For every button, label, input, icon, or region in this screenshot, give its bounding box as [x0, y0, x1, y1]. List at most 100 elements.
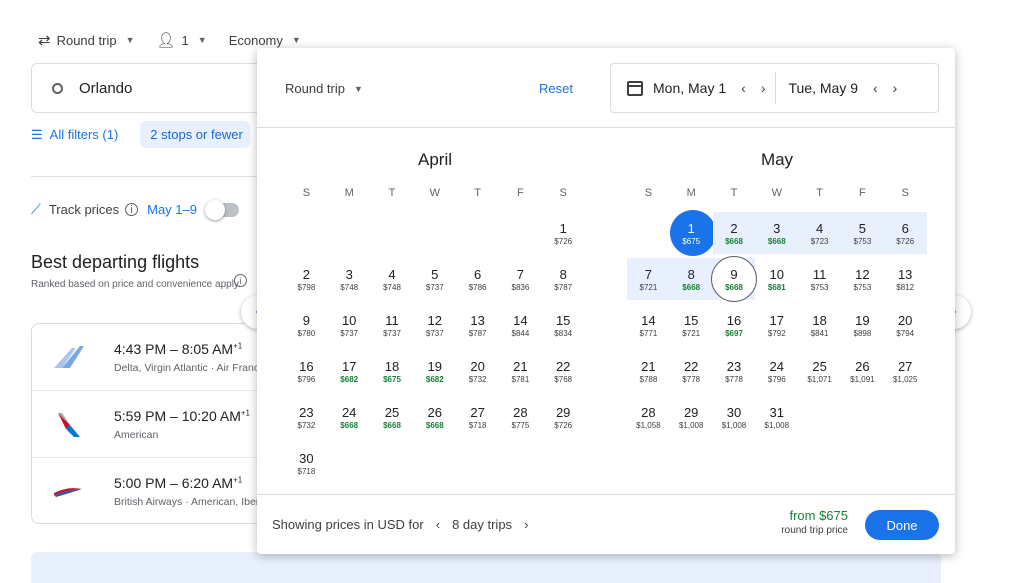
panel-trip-type-select[interactable]: Round trip ▼ [285, 81, 363, 96]
calendar-day[interactable]: 21 $781 [499, 350, 542, 392]
calendar-day[interactable]: 15 $721 [670, 304, 713, 346]
calendar-day[interactable]: 12 $737 [413, 304, 456, 346]
done-button[interactable]: Done [865, 510, 939, 540]
day-price: $812 [896, 283, 915, 292]
calendar-day[interactable]: 29 $1,008 [670, 396, 713, 438]
calendar-day[interactable]: 18 $675 [371, 350, 414, 392]
return-next-icon[interactable]: › [893, 80, 898, 96]
calendar-day[interactable]: 25 $668 [371, 396, 414, 438]
all-filters-button[interactable]: ☰ All filters (1) [31, 127, 118, 143]
calendar-day[interactable]: 3 $748 [328, 258, 371, 300]
calendar-day[interactable]: 6 $786 [456, 258, 499, 300]
cabin-select[interactable]: Economy ▼ [229, 33, 301, 48]
calendar-day[interactable]: 10 $737 [328, 304, 371, 346]
calendar-day[interactable]: 11 $753 [798, 258, 841, 300]
flight-row[interactable]: 5:59 PM – 10:20 AM+1 American [32, 391, 270, 458]
search-options-bar: ⇄ Round trip ▼ 👤︎ 1 ▼ Economy ▼ [38, 31, 323, 49]
calendar-day[interactable]: 16 $697 [713, 304, 756, 346]
calendar-day[interactable]: 2 $668 [712, 212, 756, 254]
calendar-day[interactable]: 13 $787 [456, 304, 499, 346]
calendar-day[interactable]: 21 $788 [627, 350, 670, 392]
origin-input[interactable]: Orlando [31, 63, 291, 113]
calendar-day[interactable]: 10 $681 [755, 258, 798, 300]
info-icon[interactable]: i [125, 203, 139, 216]
calendar-day[interactable]: 8 $668 [669, 258, 713, 300]
day-price: $682 [425, 375, 444, 384]
calendar-day[interactable]: 1 $726 [542, 212, 585, 254]
calendar-day[interactable]: 12 $753 [841, 258, 884, 300]
day-number: 6 [901, 221, 909, 236]
calendar-day[interactable]: 6 $726 [883, 212, 927, 254]
calendar-day[interactable]: 14 $771 [627, 304, 670, 346]
calendar-day[interactable]: 3 $668 [755, 212, 799, 254]
calendar-day[interactable]: 31 $1,008 [755, 396, 798, 438]
calendar-day[interactable]: 27 $1,025 [884, 350, 927, 392]
depart-next-icon[interactable]: › [761, 80, 766, 96]
calendar-day[interactable]: 20 $732 [456, 350, 499, 392]
calendar-day[interactable]: 29 $726 [542, 396, 585, 438]
calendar-day[interactable]: 9 $780 [285, 304, 328, 346]
calendar-day[interactable]: 17 $682 [328, 350, 371, 392]
calendar-day[interactable]: 26 $668 [413, 396, 456, 438]
calendar-day[interactable]: 19 $898 [841, 304, 884, 346]
day-price: $771 [639, 329, 658, 338]
calendar-day[interactable]: 24 $668 [328, 396, 371, 438]
calendar-day[interactable]: 5 $737 [413, 258, 456, 300]
depart-date[interactable]: Mon, May 1 [653, 80, 726, 96]
calendar-day[interactable]: 28 $1,058 [627, 396, 670, 438]
calendar-day[interactable]: 22 $778 [670, 350, 713, 392]
flight-row[interactable]: 5:00 PM – 6:20 AM+1 British Airways · Am… [32, 458, 270, 523]
date-range-field: Mon, May 1 ‹ › Tue, May 9 ‹ › [610, 63, 939, 113]
day-price: $796 [297, 375, 316, 384]
calendar-day[interactable]: 14 $844 [499, 304, 542, 346]
calendar-day[interactable]: 30 $718 [285, 442, 328, 484]
day-number: 5 [431, 267, 439, 282]
calendar-day[interactable]: 20 $794 [884, 304, 927, 346]
calendar-day[interactable]: 26 $1,091 [841, 350, 884, 392]
calendar-day[interactable]: 9 $668 [710, 256, 757, 302]
calendar-day[interactable]: 23 $778 [713, 350, 756, 392]
passengers-select[interactable]: 👤︎ 1 ▼ [156, 31, 206, 49]
reset-button[interactable]: Reset [539, 81, 573, 96]
calendar-day[interactable]: 25 $1,071 [798, 350, 841, 392]
return-prev-icon[interactable]: ‹ [873, 80, 878, 96]
calendar-day[interactable]: 28 $775 [499, 396, 542, 438]
calendar-day[interactable]: 22 $768 [542, 350, 585, 392]
flight-row[interactable]: 4:43 PM – 8:05 AM+1 Delta, Virgin Atlant… [32, 324, 270, 391]
day-price: $787 [468, 329, 487, 338]
day-price: $1,008 [721, 421, 747, 430]
return-date[interactable]: Tue, May 9 [788, 80, 858, 96]
calendar-day[interactable]: 4 $748 [371, 258, 414, 300]
chevron-left-icon[interactable]: ‹ [436, 517, 440, 532]
calendar-day[interactable]: 18 $841 [798, 304, 841, 346]
calendar-day[interactable]: 15 $834 [542, 304, 585, 346]
day-price: $675 [682, 237, 701, 246]
calendar-day[interactable]: 7 $836 [499, 258, 542, 300]
calendar-day[interactable]: 5 $753 [841, 212, 884, 254]
calendar-day[interactable]: 8 $787 [542, 258, 585, 300]
calendar-day[interactable]: 17 $792 [755, 304, 798, 346]
calendar-day[interactable]: 13 $812 [884, 258, 927, 300]
calendar-day[interactable]: 2 $798 [285, 258, 328, 300]
calendar-day[interactable]: 11 $737 [371, 304, 414, 346]
calendar-day[interactable]: 27 $718 [456, 396, 499, 438]
track-prices-toggle[interactable] [205, 199, 239, 220]
day-price: $786 [468, 283, 487, 292]
calendar-day[interactable]: 30 $1,008 [713, 396, 756, 438]
calendar-day[interactable]: 19 $682 [413, 350, 456, 392]
calendar-day[interactable]: 4 $723 [798, 212, 841, 254]
info-icon[interactable]: i [234, 274, 247, 287]
calendar-day[interactable]: 23 $732 [285, 396, 328, 438]
depart-prev-icon[interactable]: ‹ [741, 80, 746, 96]
day-number: 7 [516, 267, 525, 282]
stops-filter-chip[interactable]: 2 stops or fewer [140, 121, 251, 148]
calendar-day[interactable]: 16 $796 [285, 350, 328, 392]
calendar-day[interactable]: 1 $675 [669, 210, 716, 256]
day-price: $668 [383, 421, 401, 430]
calendar-day[interactable]: 24 $796 [755, 350, 798, 392]
chevron-right-icon[interactable]: › [524, 517, 528, 532]
calendar-day[interactable]: 7 $721 [627, 258, 670, 300]
trip-type-select[interactable]: ⇄ Round trip ▼ [38, 31, 134, 49]
day-number: 27 [897, 359, 913, 374]
day-price: $1,091 [850, 375, 875, 384]
